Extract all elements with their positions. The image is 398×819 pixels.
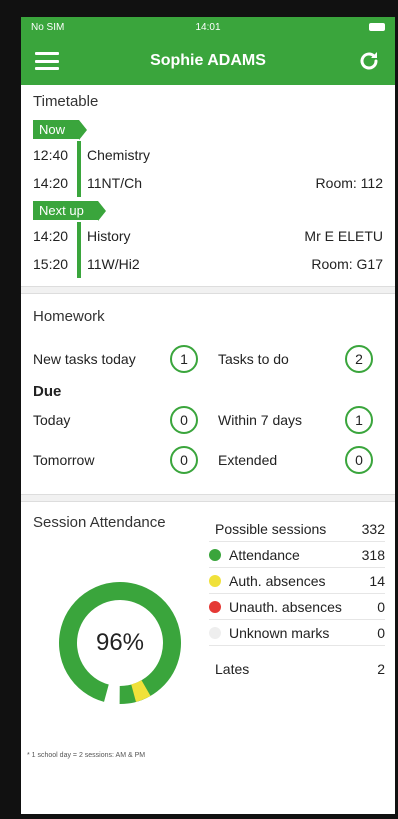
lesson-subject: Chemistry xyxy=(87,147,151,163)
lesson-bar xyxy=(77,222,81,278)
section-divider xyxy=(21,494,395,502)
homework-section[interactable]: Homework New tasks today 1 Tasks to do 2… xyxy=(21,294,395,494)
tasks-to-do[interactable]: Tasks to do 2 xyxy=(208,345,383,373)
attendance-dot-icon xyxy=(209,548,221,561)
due-within-7-days[interactable]: Within 7 days 1 xyxy=(208,406,383,434)
timetable-title: Timetable xyxy=(33,93,99,110)
tasks-to-do-label: Tasks to do xyxy=(218,351,289,367)
unknown-marks-dot-icon xyxy=(209,626,221,639)
attendance-footnote: * 1 school day = 2 sessions: AM & PM xyxy=(27,752,146,759)
lesson-start-time: 14:20 xyxy=(33,228,69,244)
lesson-bar xyxy=(77,141,81,197)
next-lesson[interactable]: 14:20 15:20 History 11W/Hi2 Mr E ELETU R… xyxy=(33,222,383,278)
app-screen: No SIM 14:01 Sophie ADAMS Timetable Now … xyxy=(21,17,395,814)
section-divider xyxy=(21,286,395,294)
due-today-count: 0 xyxy=(170,406,198,434)
due-tomorrow-label: Tomorrow xyxy=(33,452,95,468)
due-tomorrow[interactable]: Tomorrow 0 xyxy=(33,446,208,474)
unknown-marks-value: 0 xyxy=(377,624,385,641)
due-today[interactable]: Today 0 xyxy=(33,406,208,434)
auth-absences-row: Auth. absences 14 xyxy=(209,568,385,594)
possible-sessions-value: 332 xyxy=(361,520,385,537)
due-tomorrow-count: 0 xyxy=(170,446,198,474)
status-bar: No SIM 14:01 xyxy=(21,17,395,37)
next-up-tag: Next up xyxy=(33,201,106,221)
extended[interactable]: Extended 0 xyxy=(208,446,383,474)
due-within-7-days-count: 1 xyxy=(345,406,373,434)
extended-label: Extended xyxy=(218,452,278,468)
clock-text: 14:01 xyxy=(195,21,221,33)
tasks-to-do-count: 2 xyxy=(345,345,373,373)
lesson-end-time: 14:20 xyxy=(33,175,69,191)
attendance-label: Attendance xyxy=(229,546,300,563)
attendance-percentage: 96% xyxy=(95,629,145,656)
lesson-group: 11W/Hi2 xyxy=(87,256,140,272)
auth-absences-label: Auth. absences xyxy=(229,572,326,589)
extended-count: 0 xyxy=(345,446,373,474)
lesson-end-time: 15:20 xyxy=(33,256,69,272)
app-bar: Sophie ADAMS xyxy=(21,37,395,85)
due-within-7-days-label: Within 7 days xyxy=(218,412,303,428)
lates-row: Lates 2 xyxy=(209,656,385,682)
lesson-room: Room: G17 xyxy=(311,256,383,272)
timetable-section[interactable]: Timetable Now 12:40 14:20 Chemistry 11NT… xyxy=(21,85,395,286)
new-tasks-count: 1 xyxy=(170,345,198,373)
new-tasks-today[interactable]: New tasks today 1 xyxy=(33,345,208,373)
current-lesson[interactable]: 12:40 14:20 Chemistry 11NT/Ch Room: 112 xyxy=(33,141,383,197)
device-frame: No SIM 14:01 Sophie ADAMS Timetable Now … xyxy=(0,0,398,819)
lesson-teacher: Mr E ELETU xyxy=(304,228,383,244)
lesson-group: 11NT/Ch xyxy=(87,175,142,191)
attendance-section[interactable]: Session Attendance 96% Possible sessions… xyxy=(21,502,395,759)
lesson-room: Room: 112 xyxy=(315,175,383,191)
possible-sessions-label: Possible sessions xyxy=(215,520,327,537)
attendance-value: 318 xyxy=(361,546,385,563)
new-tasks-label: New tasks today xyxy=(33,351,136,367)
unknown-marks-row: Unknown marks 0 xyxy=(209,620,385,646)
refresh-icon[interactable] xyxy=(357,49,381,73)
lates-value: 2 xyxy=(377,661,385,677)
student-name-title: Sophie ADAMS xyxy=(150,52,266,69)
homework-title: Homework xyxy=(33,308,105,325)
unauth-absences-dot-icon xyxy=(209,600,221,613)
attendance-breakdown: Possible sessions 332 Attendance 318 Aut… xyxy=(209,516,385,682)
lesson-teacher xyxy=(316,141,383,169)
attendance-row: Attendance 318 xyxy=(209,542,385,568)
unauth-absences-value: 0 xyxy=(377,598,385,615)
lesson-start-time: 12:40 xyxy=(33,147,69,163)
auth-absences-value: 14 xyxy=(369,572,385,589)
menu-icon[interactable] xyxy=(35,52,59,70)
possible-sessions-row: Possible sessions 332 xyxy=(209,516,385,542)
lesson-subject: History xyxy=(87,228,131,244)
lates-label: Lates xyxy=(215,661,250,677)
auth-absences-dot-icon xyxy=(209,574,221,587)
unknown-marks-label: Unknown marks xyxy=(229,624,330,641)
unauth-absences-label: Unauth. absences xyxy=(229,598,342,615)
due-heading: Due xyxy=(33,383,62,400)
now-tag: Now xyxy=(33,120,88,140)
unauth-absences-row: Unauth. absences 0 xyxy=(209,594,385,620)
due-today-label: Today xyxy=(33,412,71,428)
